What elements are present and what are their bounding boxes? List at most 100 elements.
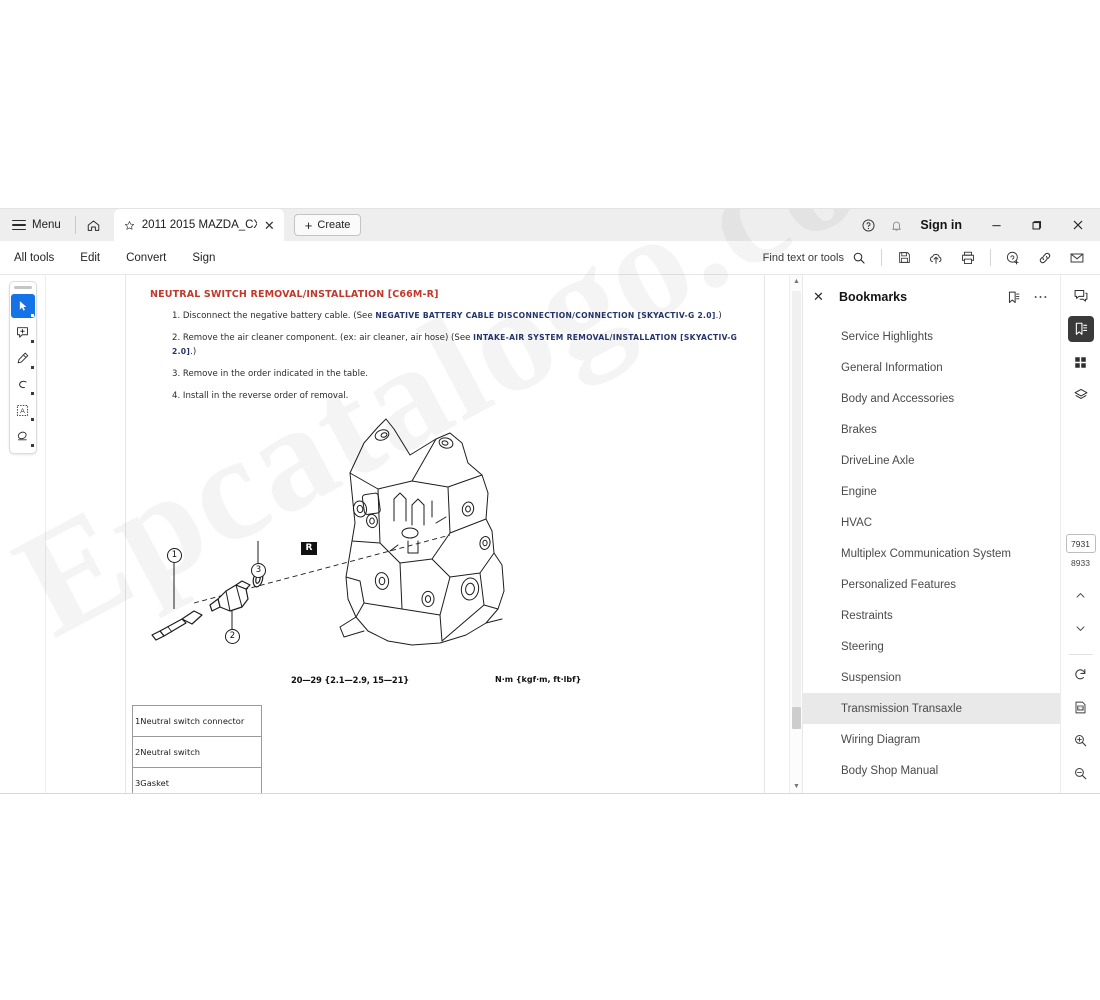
table-row: 2 Neutral switch	[132, 736, 263, 768]
bookmark-item-hvac[interactable]: HVAC	[803, 507, 1060, 538]
layers-button[interactable]	[1068, 382, 1094, 408]
fit-page-button[interactable]: 1:1	[1068, 694, 1094, 720]
tab-close-button[interactable]: ✕	[264, 219, 275, 232]
tab-sign[interactable]: Sign	[179, 252, 228, 264]
notifications-button[interactable]	[882, 211, 910, 239]
torque-spec-caption: 20—29 {2.1—2.9, 15—21}	[291, 674, 409, 685]
zoom-in-icon	[1075, 734, 1087, 746]
document-scrollbar[interactable]: ▲ ▼	[789, 275, 802, 793]
create-button[interactable]: + Create	[293, 214, 362, 236]
table-row: 3 Gasket	[132, 767, 263, 793]
scrollbar-thumb[interactable]	[792, 707, 801, 729]
scrollbar-track[interactable]	[792, 291, 801, 711]
close-panel-button[interactable]: ✕	[813, 289, 833, 305]
bookmark-item-personalized-features[interactable]: Personalized Features	[803, 569, 1060, 600]
close-window-button[interactable]	[1056, 209, 1100, 241]
maximize-button[interactable]	[1016, 209, 1056, 241]
scroll-down-arrow[interactable]: ▼	[790, 780, 802, 793]
tab-all-tools[interactable]: All tools	[0, 252, 67, 264]
email-button[interactable]	[1062, 244, 1092, 272]
create-label: Create	[317, 219, 351, 231]
help-button[interactable]	[854, 211, 882, 239]
document-viewport[interactable]: NEUTRAL SWITCH REMOVAL/INSTALLATION [C66…	[46, 275, 802, 793]
maximize-icon	[1032, 220, 1041, 229]
annotation-toolbar: A	[0, 275, 46, 793]
draw-tool[interactable]	[11, 372, 35, 396]
app-body: A NEUTRAL SWITCH REMOVAL/INSTALLATION [C…	[0, 275, 1100, 793]
tab-convert[interactable]: Convert	[113, 252, 179, 264]
bookmark-add-button[interactable]	[1006, 290, 1021, 305]
previous-page-button[interactable]	[1068, 582, 1094, 608]
scroll-up-arrow[interactable]: ▲	[790, 275, 802, 288]
page-thumbnails-icon	[1075, 356, 1086, 368]
bookmark-item-multiplex-communication-system[interactable]: Multiplex Communication System	[803, 538, 1060, 569]
bookmark-item-transmission-transaxle[interactable]: Transmission Transaxle	[803, 693, 1060, 724]
right-panel-rail: 7931 8933 1:1	[1060, 275, 1100, 793]
bell-icon	[892, 221, 901, 231]
cross-reference[interactable]: NEGATIVE BATTERY CABLE DISCONNECTION/CON…	[375, 311, 715, 320]
chevron-more-icon	[30, 444, 34, 447]
minimize-button[interactable]	[976, 209, 1016, 241]
bookmark-item-wiring-diagram[interactable]: Wiring Diagram	[803, 724, 1060, 755]
plus-icon: +	[304, 217, 313, 233]
bookmarks-panel: ✕ Bookmarks Service Highlights General I…	[802, 275, 1060, 793]
divider	[990, 249, 991, 266]
text-box-tool[interactable]: A	[11, 398, 35, 422]
tab-edit[interactable]: Edit	[67, 252, 113, 264]
menu-button[interactable]: Menu	[0, 209, 71, 241]
bookmark-item-suspension[interactable]: Suspension	[803, 662, 1060, 693]
stamp-tool[interactable]	[11, 424, 35, 448]
callout-1: 1	[167, 547, 182, 563]
zoom-out-button[interactable]	[1068, 760, 1094, 786]
bookmarks-panel-button[interactable]	[1067, 316, 1094, 342]
bookmark-item-engine[interactable]: Engine	[803, 476, 1060, 507]
stamp-icon	[17, 431, 27, 440]
callout-2: 2	[225, 628, 240, 644]
transmission-diagram: R 1 2 3 20—29 {2.1—2.9, 15—21} N·m {kgf·…	[150, 413, 744, 685]
rotate-button[interactable]	[1068, 661, 1094, 687]
procedure-step-2: 2. Remove the air cleaner component. (ex…	[150, 332, 744, 359]
home-icon	[88, 220, 100, 231]
bookmark-item-brakes[interactable]: Brakes	[803, 414, 1060, 445]
share-link-button[interactable]	[1030, 244, 1060, 272]
bookmark-item-service-highlights[interactable]: Service Highlights	[803, 321, 1060, 352]
comment-plus-icon	[17, 326, 28, 338]
page-total-label: 8933	[1071, 558, 1090, 568]
bookmark-item-restraints[interactable]: Restraints	[803, 600, 1060, 631]
title-bar-right: Sign in	[854, 209, 1100, 241]
bookmark-item-body-and-accessories[interactable]: Body and Accessories	[803, 383, 1060, 414]
comment-panel-button[interactable]	[1068, 283, 1094, 309]
email-icon	[1070, 253, 1084, 262]
save-button[interactable]	[889, 244, 919, 272]
print-button[interactable]	[953, 244, 983, 272]
page-thumbnails-button[interactable]	[1068, 349, 1094, 375]
select-tool[interactable]	[10, 294, 35, 318]
save-icon	[898, 252, 910, 263]
highlight-tool[interactable]	[11, 346, 35, 370]
sign-in-button[interactable]: Sign in	[910, 218, 976, 232]
zoom-in-button[interactable]	[1068, 727, 1094, 753]
part-label: Neutral switch connector	[140, 705, 263, 737]
page-number-input[interactable]: 7931	[1065, 534, 1096, 553]
cloud-upload-button[interactable]	[921, 244, 951, 272]
next-page-button[interactable]	[1068, 615, 1094, 641]
step-text: 1. Disconnect the negative battery cable…	[172, 311, 376, 321]
add-comment-button[interactable]	[998, 244, 1028, 272]
home-button[interactable]	[80, 211, 108, 239]
document-tab[interactable]: 2011 2015 MAZDA_CX-5_ ✕	[113, 209, 284, 241]
text-box-icon: A	[16, 404, 29, 416]
bookmark-item-steering[interactable]: Steering	[803, 631, 1060, 662]
chevron-more-icon	[30, 392, 34, 395]
rotate-icon	[1075, 668, 1086, 679]
lasso-draw-icon	[19, 380, 27, 388]
bookmark-item-body-shop-manual[interactable]: Body Shop Manual	[803, 755, 1060, 786]
comment-panel-icon	[1074, 290, 1087, 302]
more-options-button[interactable]	[1033, 294, 1048, 300]
drag-handle[interactable]	[13, 286, 32, 289]
search-input[interactable]: Find text or tools	[763, 251, 866, 265]
bookmark-item-driveline-axle[interactable]: DriveLine Axle	[803, 445, 1060, 476]
close-icon	[1073, 220, 1083, 230]
part-number: 1	[132, 705, 141, 737]
add-comment-tool[interactable]	[11, 320, 35, 344]
bookmark-item-general-information[interactable]: General Information	[803, 352, 1060, 383]
